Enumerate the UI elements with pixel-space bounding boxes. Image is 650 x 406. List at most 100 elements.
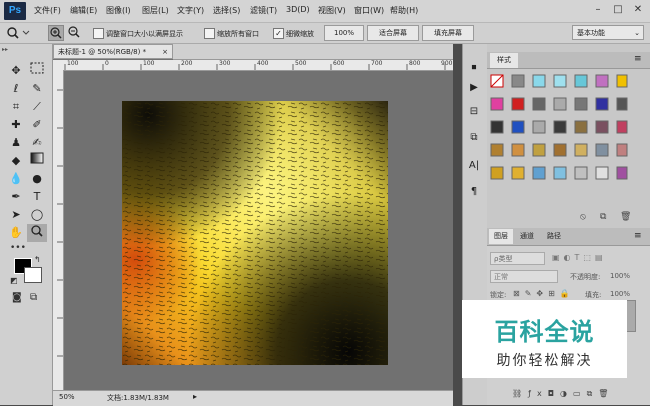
document-tab[interactable]: 未标题-1 @ 50%(RGB/8) * × — [53, 44, 173, 59]
actions-panel-icon[interactable]: ▶ — [465, 80, 483, 96]
menu-image[interactable]: 图像(I) — [106, 5, 131, 16]
ruler-label: 600 — [333, 60, 345, 67]
paragraph-panel-icon[interactable]: ¶ — [465, 184, 483, 200]
layers-scrollbar[interactable] — [626, 300, 636, 332]
delete-style-icon[interactable]: 🗑 — [620, 212, 631, 222]
more-tools-icon[interactable]: ••• — [10, 243, 26, 253]
zoom-tool-preset[interactable] — [4, 25, 32, 41]
menu-filter[interactable]: 滤镜(T) — [250, 5, 277, 16]
gradient-tool[interactable] — [27, 152, 47, 170]
layer-actions-icons[interactable]: ⛓ƒx◘◑▭⧉🗑 — [512, 389, 614, 399]
menu-edit[interactable]: 编辑(E) — [70, 5, 97, 16]
zoom-tool[interactable] — [27, 224, 47, 242]
blend-mode-select[interactable]: 正常 — [490, 270, 558, 283]
brush-tool[interactable]: ✐ — [27, 116, 47, 134]
panel-menu-icon[interactable]: ≡ — [634, 54, 642, 64]
minimize-button[interactable]: – — [590, 2, 606, 18]
default-colors-icon[interactable]: ◩ — [10, 276, 18, 285]
layer-filter-select[interactable]: ρ类型 — [490, 252, 545, 265]
style-swatches — [490, 74, 628, 180]
menu-file[interactable]: 文件(F) — [34, 5, 61, 16]
hand-tool[interactable]: ✋ — [6, 224, 26, 242]
ruler-label: 900 — [441, 60, 453, 67]
blur-tool[interactable]: 💧 — [6, 170, 26, 188]
ruler-label: 800 — [409, 60, 421, 67]
marquee-tool[interactable] — [27, 62, 47, 80]
close-button[interactable]: ✕ — [630, 2, 646, 18]
menu-window[interactable]: 窗口(W) — [354, 5, 384, 16]
layer-filter-label: ρ类型 — [494, 255, 513, 263]
tab-channels[interactable]: 通道 — [515, 229, 539, 244]
lasso-tool[interactable]: ℓ — [6, 80, 26, 98]
fit-screen-button[interactable]: 适合屏幕 — [367, 25, 419, 41]
clone-stamp-tool[interactable]: ♟ — [6, 134, 26, 152]
menu-layer[interactable]: 图层(L) — [142, 5, 169, 16]
status-menu-arrow-icon[interactable]: ▸ — [193, 392, 197, 401]
type-tool[interactable]: T — [27, 188, 47, 206]
ruler-origin[interactable] — [53, 60, 63, 70]
lock-icons[interactable]: ⊠✎✥⊞🔒 — [513, 289, 575, 298]
menu-select[interactable]: 选择(S) — [213, 5, 240, 16]
watermark-subtitle: 助你轻松解决 — [496, 353, 593, 369]
zoom-all-windows-checkbox[interactable] — [204, 28, 215, 39]
photoshop-logo: Ps — [4, 2, 26, 20]
menu-type[interactable]: 文字(Y) — [177, 5, 204, 16]
close-tab-icon[interactable]: × — [162, 45, 168, 60]
tab-layers[interactable]: 图层 — [489, 229, 513, 244]
fill-screen-button[interactable]: 填充屏幕 — [422, 25, 474, 41]
watermark-title: 百科全说 — [494, 318, 595, 346]
horizontal-ruler[interactable]: 100 0 100 200 300 400 500 600 700 800 90… — [63, 60, 453, 71]
path-select-tool[interactable]: ➤ — [6, 206, 26, 224]
document-info: 文档:1.83M/1.83M — [107, 394, 169, 402]
scrubby-zoom-checkbox[interactable]: ✓ — [273, 28, 284, 39]
ruler-label: 400 — [257, 60, 269, 67]
character-panel-icon[interactable]: A| — [465, 158, 483, 174]
layer-filter-icons[interactable]: ▣◐T⬚▤ — [552, 253, 607, 262]
swap-colors-icon[interactable]: ↰ — [34, 255, 41, 264]
fill-label: 填充: — [585, 291, 602, 299]
zoom-out-icon — [68, 26, 80, 38]
menu-help[interactable]: 帮助(H) — [390, 5, 418, 16]
document-canvas[interactable] — [122, 101, 388, 365]
background-color-swatch[interactable] — [24, 267, 42, 283]
dodge-tool[interactable]: ● — [27, 170, 47, 188]
move-tool[interactable]: ✥ — [6, 62, 26, 80]
menu-3d[interactable]: 3D(D) — [286, 5, 310, 14]
canvas-image — [122, 101, 388, 365]
history-brush-tool[interactable]: ✍ — [27, 134, 47, 152]
new-style-icon[interactable]: ⧉ — [600, 212, 606, 222]
eraser-tool[interactable]: ◆ — [6, 152, 26, 170]
eyedropper-tool[interactable]: ⟋ — [27, 98, 47, 116]
resize-windows-checkbox[interactable] — [93, 28, 104, 39]
fill-value[interactable]: 100% — [610, 290, 630, 298]
quick-mask-icon[interactable]: ◙ — [12, 292, 22, 303]
zoom-in-icon — [50, 27, 62, 39]
magnifier-icon — [7, 27, 30, 39]
screen-mode-icon[interactable]: ⧉ — [30, 292, 37, 303]
scrubby-zoom-label: 细微缩放 — [286, 30, 314, 38]
toolbar-grip[interactable]: ▸▸ — [2, 46, 50, 54]
properties-panel-icon[interactable]: ⊟ — [465, 104, 483, 120]
zoom-out-button[interactable] — [67, 25, 83, 41]
quick-select-tool[interactable]: ✎ — [27, 80, 47, 98]
panel-menu-icon[interactable]: ≡ — [634, 231, 642, 241]
menu-view[interactable]: 视图(V) — [318, 5, 346, 16]
vertical-ruler[interactable] — [53, 70, 64, 390]
status-bar: 50% 文档:1.83M/1.83M ▸ — [53, 390, 453, 406]
zoom-level-field[interactable]: 50% — [59, 393, 75, 401]
zoom-100-button[interactable]: 100% — [324, 25, 364, 41]
styles-tab[interactable]: 样式 — [490, 53, 518, 68]
maximize-button[interactable]: □ — [610, 2, 626, 18]
clone-source-panel-icon[interactable]: ⧉ — [465, 130, 483, 146]
style-swatch-grid — [490, 74, 628, 204]
zoom-in-button[interactable] — [48, 25, 64, 41]
workspace-select[interactable]: 基本功能 ⌄ — [572, 25, 644, 40]
pen-tool[interactable]: ✒ — [6, 188, 26, 206]
crop-tool[interactable]: ⌗ — [6, 98, 26, 116]
clear-style-icon[interactable]: ⦸ — [580, 212, 586, 222]
healing-brush-tool[interactable]: ✚ — [6, 116, 26, 134]
opacity-value[interactable]: 100% — [610, 272, 630, 280]
history-panel-icon[interactable]: ⏹ — [465, 60, 483, 76]
ellipse-tool[interactable]: ◯ — [27, 206, 47, 224]
tab-paths[interactable]: 路径 — [542, 229, 566, 244]
